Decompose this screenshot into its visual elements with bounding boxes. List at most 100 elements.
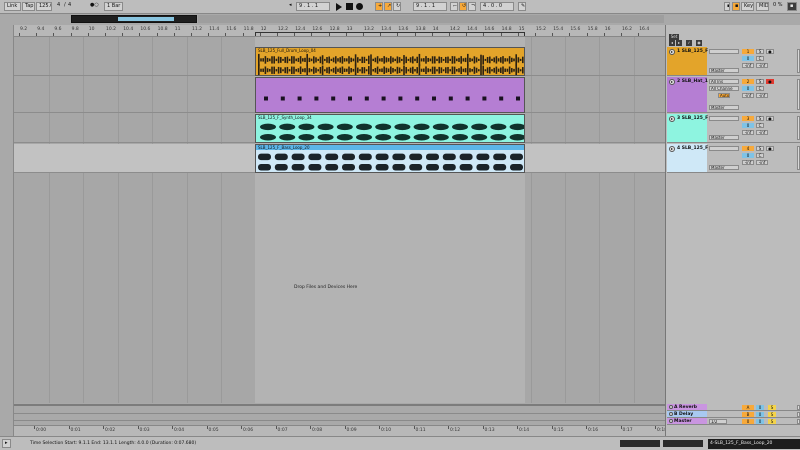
solo-button[interactable]: S — [756, 146, 764, 151]
return-header[interactable]: B Delay — [667, 411, 707, 417]
arrangement-view[interactable]: Drop Files and Devices Here SLB_125_Full… — [14, 37, 665, 403]
output-chooser[interactable]: Master — [709, 105, 739, 110]
arm-button[interactable]: ● — [766, 79, 774, 84]
solo-button[interactable]: S — [756, 116, 764, 121]
send-b-field[interactable]: -inf — [756, 63, 768, 68]
chevron-icon[interactable]: ◂ — [669, 40, 675, 46]
key-map-button[interactable]: Key — [741, 2, 754, 11]
send-b-field[interactable]: -inf — [756, 160, 768, 165]
track-number[interactable]: 1 — [742, 49, 754, 54]
track-activator-icon[interactable]: ▸ — [669, 79, 675, 85]
quantize-menu[interactable]: 1 Bar — [104, 2, 123, 11]
arm-button[interactable]: ● — [766, 116, 774, 121]
link-button[interactable]: Link — [4, 2, 21, 11]
punch-in-icon[interactable]: ⌐ — [450, 2, 458, 11]
device-overview-thumb[interactable] — [663, 440, 703, 447]
metronome-button[interactable]: ●○ — [88, 2, 100, 11]
pencil-icon[interactable]: ✓ — [686, 40, 692, 46]
play-icon[interactable] — [336, 3, 342, 11]
loop-start-field[interactable]: 9 . 1 . 1 — [413, 2, 447, 11]
loop-brace[interactable] — [255, 32, 525, 36]
solo-button[interactable]: S — [756, 49, 764, 54]
return-output-chooser[interactable]: 1/2 — [709, 419, 727, 424]
info-toggle-icon[interactable]: ▸ — [2, 439, 11, 448]
track-header[interactable]: ▸ 2 SLB_Hat_1 — [667, 77, 708, 112]
io-toggle-icon[interactable]: ◉ — [696, 40, 702, 46]
tap-button[interactable]: Tap — [22, 2, 35, 11]
track-number[interactable]: 2 — [742, 79, 754, 84]
loop-switch[interactable]: ↺ — [459, 2, 467, 11]
track-activator-icon[interactable]: ▸ — [669, 116, 675, 122]
pan-field[interactable]: C — [756, 56, 764, 61]
loop-length-field[interactable]: 4 . 0 . 0 — [480, 2, 514, 11]
tempo-field[interactable]: 125.00 — [36, 2, 52, 11]
track-number[interactable]: 3 — [742, 116, 754, 121]
volume-field[interactable]: 0 — [742, 86, 754, 91]
time-ruler[interactable]: 0:00 0:01 0:02 0:03 0:04 0:05 0:06 0:07 0:08 0:09… — [14, 425, 665, 436]
send-b-field[interactable]: -inf — [756, 93, 768, 98]
return-solo[interactable]: S — [768, 412, 776, 417]
output-chooser[interactable]: Master — [709, 165, 739, 170]
track-number[interactable]: 4 — [742, 146, 754, 151]
input-type-chooser[interactable]: All Ins — [709, 79, 739, 84]
input-channel-chooser[interactable]: All Channe — [709, 86, 739, 91]
track-header[interactable]: ▸ 3 SLB_125_F — [667, 114, 708, 142]
computer-keyboard-button[interactable]: ▪ — [724, 2, 730, 11]
return-volume[interactable]: 0 — [756, 419, 764, 424]
return-header[interactable]: Master — [667, 418, 707, 424]
fold-icon[interactable]: ▸ — [676, 40, 682, 46]
record-icon[interactable] — [356, 3, 363, 10]
return-letter[interactable]: A — [742, 405, 754, 410]
pan-field[interactable]: C — [756, 153, 764, 158]
pan-field[interactable]: C — [756, 86, 764, 91]
input-chooser[interactable] — [709, 116, 739, 121]
track-activator-icon[interactable]: ▸ — [669, 49, 675, 55]
time-sig-denominator[interactable]: 4 — [66, 2, 74, 11]
return-activator-icon[interactable] — [669, 419, 673, 423]
track-header[interactable]: ▸ 4 SLB_125_F — [667, 144, 708, 172]
arrangement-position[interactable]: 9 . 1 . 1 — [296, 2, 330, 11]
input-chooser[interactable] — [709, 146, 739, 151]
arrangement-clip[interactable]: SLB_125_F_Bass_Loop_20 — [255, 144, 525, 173]
return-volume[interactable]: 0 — [756, 412, 764, 417]
send-a-field[interactable]: -inf — [742, 130, 754, 135]
volume-field[interactable]: 0 — [742, 123, 754, 128]
return-letter[interactable]: B — [742, 412, 754, 417]
arrangement-clip[interactable] — [255, 77, 525, 113]
pan-field[interactable]: C — [756, 123, 764, 128]
monitor-auto-button[interactable]: Auto — [718, 93, 730, 98]
draw-mode-button[interactable]: ✎ — [518, 2, 526, 11]
overview-view-box[interactable] — [71, 15, 197, 23]
output-chooser[interactable]: Master — [709, 135, 739, 140]
beat-time-ruler[interactable]: 9.2 9.4 9.6 9.8 10 10.2 10.4 10.6 10.8 11 11.2 11.4… — [14, 25, 665, 37]
input-chooser[interactable] — [709, 49, 739, 54]
send-b-field[interactable]: -inf — [756, 130, 768, 135]
midi-map-button[interactable]: MIDI — [756, 2, 769, 11]
punch-out-icon[interactable]: ¬ — [468, 2, 476, 11]
stop-icon[interactable] — [346, 3, 353, 10]
return-activator-icon[interactable] — [669, 405, 673, 409]
return-header[interactable]: A Reverb — [667, 404, 707, 410]
arm-button[interactable]: ● — [766, 49, 774, 54]
return-volume[interactable]: 0 — [756, 405, 764, 410]
automation-arm-button[interactable]: ↗ — [384, 2, 392, 11]
key-map-switch[interactable]: ▪ — [732, 2, 740, 11]
return-solo[interactable]: S — [768, 419, 776, 424]
track-activator-icon[interactable]: ▸ — [669, 146, 675, 152]
send-a-field[interactable]: -inf — [742, 160, 754, 165]
send-a-field[interactable]: -inf — [742, 93, 754, 98]
track-header[interactable]: ▸ 1 SLB_125_F — [667, 47, 708, 75]
arrangement-clip[interactable]: SLB_125_Full_Drum_Loop_04 — [255, 47, 525, 76]
clip-overview-thumb[interactable] — [620, 440, 660, 447]
arrangement-overview[interactable] — [0, 14, 800, 24]
solo-button[interactable]: S — [756, 79, 764, 84]
return-solo[interactable]: S — [768, 405, 776, 410]
return-letter[interactable]: 0 — [742, 419, 754, 424]
return-activator-icon[interactable] — [669, 412, 673, 416]
volume-field[interactable]: 0 — [742, 153, 754, 158]
punch-button[interactable]: ↻ — [393, 2, 401, 11]
arrangement-clip[interactable]: SLB_125_F_Synth_Loop_34 — [255, 114, 525, 143]
send-a-field[interactable]: -inf — [742, 63, 754, 68]
arm-button[interactable]: ● — [766, 146, 774, 151]
output-chooser[interactable]: Master — [709, 68, 739, 73]
